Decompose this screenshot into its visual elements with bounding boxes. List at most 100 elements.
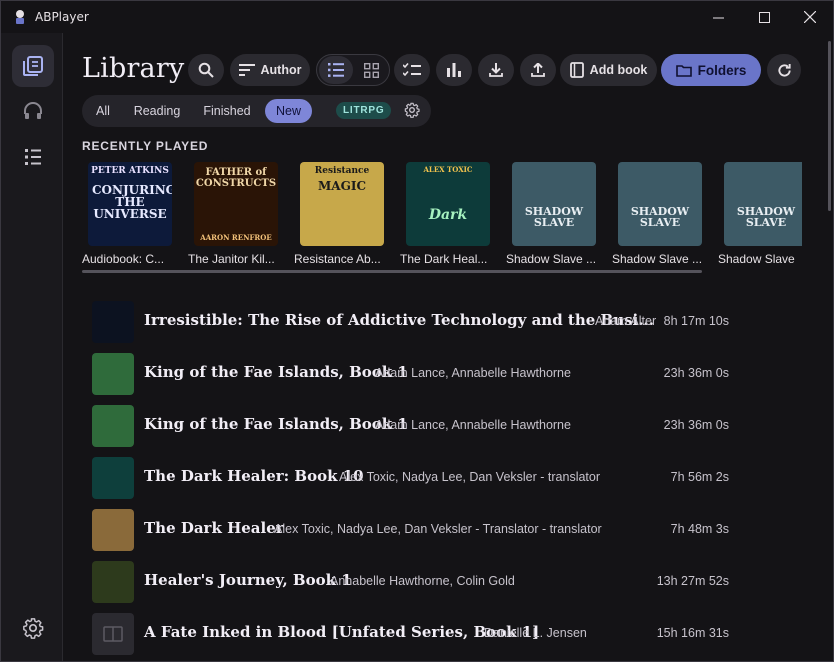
- book-row[interactable]: The Dark Healer: Book 10 Alex Toxic, Nad…: [89, 453, 789, 505]
- tag-chip-litrpg[interactable]: LITRPG: [336, 102, 392, 119]
- book-thumbnail: [92, 561, 134, 603]
- cover-author-text: PETER ATKINS: [91, 166, 169, 176]
- recent-card[interactable]: SHADOW SLAVE Shadow Slave: [718, 162, 802, 266]
- book-title: A Fate Inked in Blood [Unfated Series, B…: [144, 623, 540, 641]
- view-mode-toggle: [316, 54, 390, 86]
- app-window: ABPlayer Library Author Add book Folders…: [0, 0, 834, 662]
- list-view-button[interactable]: [319, 56, 353, 84]
- minimize-button[interactable]: [695, 1, 741, 33]
- nav-settings-button[interactable]: [12, 607, 54, 649]
- refresh-icon: [777, 63, 791, 77]
- nav-library-button[interactable]: [12, 45, 54, 87]
- book-placeholder-icon: [103, 626, 123, 642]
- cover-title-text: SHADOW SLAVE: [630, 205, 690, 229]
- sort-author-button[interactable]: Author: [230, 54, 310, 86]
- cover-title-text: Dark: [428, 207, 468, 223]
- cover-title-text: CONJURING THE UNIVERSE: [92, 183, 172, 221]
- folders-label: Folders: [697, 62, 747, 78]
- book-title: King of the Fae Islands, Book 1: [144, 363, 408, 381]
- maximize-button[interactable]: [741, 1, 787, 33]
- book-author: Adam Lance, Annabelle Hawthorne: [375, 418, 571, 432]
- maximize-icon: [758, 11, 770, 23]
- book-thumbnail: [92, 613, 134, 655]
- book-title: The Dark Healer: Book 10: [144, 467, 364, 485]
- cover-image: PETER ATKINS CONJURING THE UNIVERSE: [88, 162, 172, 246]
- add-book-label: Add book: [589, 63, 648, 77]
- filter-new[interactable]: New: [265, 99, 312, 123]
- download-button[interactable]: [478, 54, 514, 86]
- book-thumbnail: [92, 301, 134, 343]
- recently-played-carousel: PETER ATKINS CONJURING THE UNIVERSE Audi…: [82, 162, 802, 277]
- book-row[interactable]: Irresistible: The Rise of Addictive Tech…: [89, 297, 789, 349]
- horizontal-scrollbar[interactable]: [82, 270, 702, 273]
- recent-card[interactable]: ALEX TOXIC Dark The Dark Heal...: [400, 162, 500, 266]
- vertical-scrollbar[interactable]: [828, 41, 831, 211]
- book-row[interactable]: A Fate Inked in Blood [Unfated Series, B…: [89, 609, 789, 661]
- recent-card[interactable]: PETER ATKINS CONJURING THE UNIVERSE Audi…: [82, 162, 182, 266]
- recent-card[interactable]: SHADOW SLAVE Shadow Slave ...: [506, 162, 606, 266]
- filter-all[interactable]: All: [90, 99, 116, 123]
- cover-subtitle-text: CONSTRUCTS: [195, 178, 277, 189]
- book-duration: 23h 36m 0s: [663, 366, 729, 380]
- recent-card[interactable]: SHADOW SLAVE Shadow Slave ...: [612, 162, 712, 266]
- book-title: Irresistible: The Rise of Addictive Tech…: [144, 311, 654, 329]
- recent-card-title: Shadow Slave ...: [506, 252, 597, 266]
- headphones-icon: [24, 102, 42, 119]
- recent-card[interactable]: Resistance MAGIC Resistance Ab...: [294, 162, 394, 266]
- book-thumbnail: [92, 509, 134, 551]
- add-book-button[interactable]: Add book: [560, 54, 657, 86]
- book-author: Alex Toxic, Nadya Lee, Dan Veksler - tra…: [339, 470, 601, 484]
- book-row[interactable]: King of the Fae Islands, Book 1 Adam Lan…: [89, 401, 789, 453]
- refresh-button[interactable]: [767, 54, 801, 86]
- recent-card-title: The Dark Heal...: [400, 252, 488, 266]
- close-button[interactable]: [787, 1, 833, 33]
- grid-view-button[interactable]: [354, 56, 388, 84]
- grid-view-icon: [363, 62, 379, 78]
- cover-subtitle-text: MAGIC: [317, 179, 366, 193]
- upload-icon: [531, 63, 545, 77]
- book-row[interactable]: Healer's Journey, Book 1 Annabelle Hawth…: [89, 557, 789, 609]
- cover-author-text: AARON RENFROE: [200, 233, 272, 242]
- folder-icon: [675, 64, 692, 77]
- cover-author-text: ALEX TOXIC: [423, 165, 473, 174]
- cover-image: SHADOW SLAVE: [724, 162, 802, 246]
- cover-title-text: Resistance: [314, 166, 370, 176]
- search-icon: [198, 62, 214, 78]
- upload-button[interactable]: [520, 54, 556, 86]
- book-row[interactable]: The Dark Healer Alex Toxic, Nadya Lee, D…: [89, 505, 789, 557]
- cover-title-text: SHADOW SLAVE: [736, 205, 796, 229]
- close-icon: [804, 11, 816, 23]
- book-title: Healer's Journey, Book 1: [144, 571, 352, 589]
- book-duration: 15h 16m 31s: [656, 626, 729, 640]
- recent-card[interactable]: FATHER of CONSTRUCTS AARON RENFROE The J…: [188, 162, 288, 266]
- stats-button[interactable]: [436, 54, 472, 86]
- recent-card-title: The Janitor Kil...: [188, 252, 275, 266]
- recent-card-title: Resistance Ab...: [294, 252, 381, 266]
- title-bar: ABPlayer: [1, 1, 833, 33]
- book-duration: 8h 17m 10s: [663, 314, 729, 328]
- select-mode-button[interactable]: [394, 54, 430, 86]
- nav-queue-button[interactable]: [12, 136, 54, 178]
- sort-author-label: Author: [260, 63, 302, 77]
- checklist-icon: [403, 63, 421, 77]
- list-numbered-icon: [25, 149, 41, 165]
- gear-icon: [23, 618, 44, 639]
- filter-reading[interactable]: Reading: [126, 99, 188, 123]
- search-button[interactable]: [188, 54, 224, 86]
- cover-image: FATHER of CONSTRUCTS AARON RENFROE: [194, 162, 278, 246]
- cover-image: SHADOW SLAVE: [618, 162, 702, 246]
- folders-button[interactable]: Folders: [661, 54, 761, 86]
- book-duration: 13h 27m 52s: [656, 574, 729, 588]
- book-icon: [569, 62, 584, 78]
- nav-player-button[interactable]: [12, 90, 54, 132]
- page-title: Library: [82, 53, 185, 84]
- download-icon: [489, 63, 503, 77]
- book-duration: 23h 36m 0s: [663, 418, 729, 432]
- filter-finished[interactable]: Finished: [196, 99, 258, 123]
- list-view-icon: [328, 63, 344, 77]
- sort-icon: [238, 64, 255, 76]
- book-author: Adam Lance, Annabelle Hawthorne: [375, 366, 571, 380]
- filter-settings-icon[interactable]: [404, 102, 420, 118]
- nav-rail: [1, 33, 63, 661]
- book-row[interactable]: King of the Fae Islands, Book 1 Adam Lan…: [89, 349, 789, 401]
